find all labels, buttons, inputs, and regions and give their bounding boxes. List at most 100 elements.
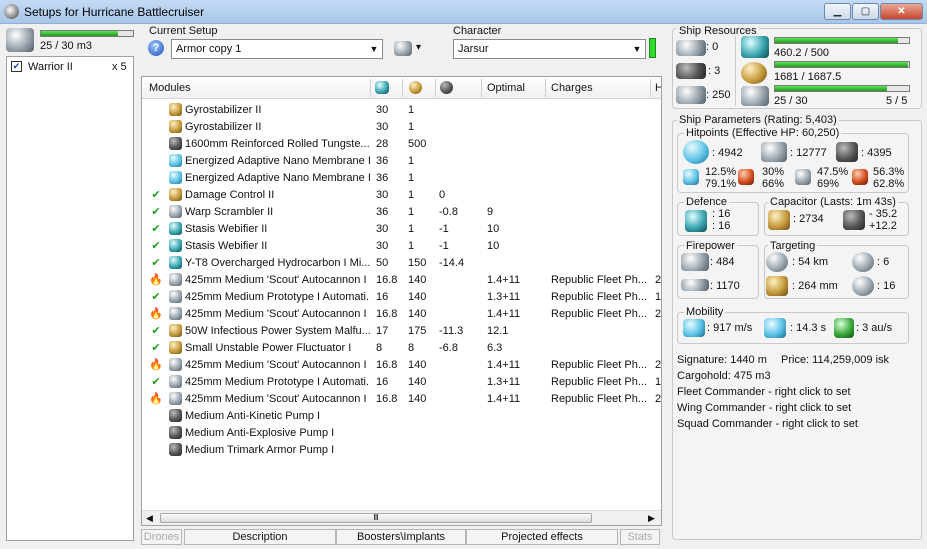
drone-item[interactable]: ✔ Warrior II x 5: [7, 58, 133, 75]
window-title: Setups for Hurricane Battlecruiser: [24, 5, 205, 19]
table-row[interactable]: 1600mm Reinforced Rolled Tungste... 28 500: [142, 136, 661, 153]
character-label: Character: [453, 25, 502, 37]
table-row[interactable]: ✔ Damage Control II 30 1 0: [142, 187, 661, 204]
chevron-down-icon: ▼: [369, 44, 379, 54]
fleet-commander[interactable]: Fleet Commander - right click to set: [677, 386, 851, 398]
character-select[interactable]: Jarsur ▼: [453, 39, 646, 59]
maximize-button[interactable]: ▢: [852, 3, 879, 20]
table-row[interactable]: ✔ Y-T8 Overcharged Hydrocarbon I Mi... 50 1…: [142, 255, 661, 272]
tab-description[interactable]: Description: [184, 529, 336, 545]
table-row[interactable]: 🔥 425mm Medium 'Scout' Autocannon I 16.8 14…: [142, 272, 661, 289]
capacitor-regen: +12.2: [869, 220, 897, 232]
table-row[interactable]: Gyrostabilizer II 30 1: [142, 119, 661, 136]
table-row[interactable]: 🔥 425mm Medium 'Scout' Autocannon I 16.8 14…: [142, 306, 661, 323]
table-row[interactable]: Energized Adaptive Nano Membrane II 36 1: [142, 170, 661, 187]
table-row[interactable]: Medium Trimark Armor Pump I: [142, 442, 661, 459]
tab-projected-effects[interactable]: Projected effects: [466, 529, 618, 545]
module-state-icon[interactable]: 🔥: [149, 358, 163, 372]
module-name: Warp Scrambler II: [185, 206, 274, 218]
tab-boosters[interactable]: Boosters\Implants: [336, 529, 466, 545]
armor-hp: : 12777: [790, 147, 827, 159]
module-state-icon[interactable]: ✔: [149, 205, 163, 219]
table-row[interactable]: ✔ Stasis Webifier II 30 1 -1 10: [142, 238, 661, 255]
minimize-button[interactable]: ▁: [824, 3, 851, 20]
module-state-icon[interactable]: 🔥: [149, 273, 163, 287]
scroll-thumb[interactable]: Ⅲ: [160, 513, 592, 523]
capacitor-balance-icon: [843, 210, 865, 230]
capacitor-column-icon[interactable]: [440, 81, 453, 94]
table-row[interactable]: ✔ 425mm Medium Prototype I Automati... 16 1…: [142, 374, 661, 391]
powergrid-column-icon[interactable]: [409, 81, 422, 94]
wing-commander[interactable]: Wing Commander - right click to set: [677, 402, 851, 414]
drone-dropdown-arrow[interactable]: ▾: [416, 42, 421, 53]
module-name: 425mm Medium 'Scout' Autocannon I: [185, 274, 367, 286]
table-row[interactable]: Medium Anti-Explosive Pump I: [142, 425, 661, 442]
table-row[interactable]: ✔ 50W Infectious Power System Malfu... 17 1…: [142, 323, 661, 340]
header-extra[interactable]: H: [655, 82, 661, 94]
module-state-icon[interactable]: ✔: [149, 256, 163, 270]
module-gun-icon: [169, 273, 182, 286]
tab-stats[interactable]: Stats: [620, 529, 660, 545]
cpu-column-icon[interactable]: [375, 81, 389, 94]
table-row[interactable]: ✔ Small Unstable Power Fluctuator I 8 8 -6.8…: [142, 340, 661, 357]
module-powergrid: 140: [408, 274, 427, 286]
help-icon[interactable]: ?: [148, 40, 164, 56]
table-row[interactable]: Energized Adaptive Nano Membrane II 36 1: [142, 153, 661, 170]
module-optimal: 1.3+11: [487, 376, 521, 388]
close-button[interactable]: ✕: [880, 3, 923, 20]
table-row[interactable]: ✔ Stasis Webifier II 30 1 -1 10: [142, 221, 661, 238]
scroll-right-icon[interactable]: ▶: [648, 513, 655, 524]
modules-table: Modules Optimal Charges H Gyrostabilizer…: [141, 76, 662, 526]
tab-drones[interactable]: Drones: [141, 529, 182, 545]
module-cpu: 28: [376, 138, 389, 150]
module-powergrid: 1: [408, 155, 415, 167]
module-state-icon[interactable]: ✔: [149, 324, 163, 338]
drone-bandwidth-icon: [741, 86, 769, 106]
module-state-icon[interactable]: 🔥: [149, 307, 163, 321]
table-row[interactable]: Gyrostabilizer II 30 1: [142, 102, 661, 119]
ship-parameters-title: Ship Parameters (Rating: 5,403): [677, 114, 839, 126]
table-row[interactable]: 🔥 425mm Medium 'Scout' Autocannon I 16.8 14…: [142, 391, 661, 408]
squad-commander[interactable]: Squad Commander - right click to set: [677, 418, 858, 430]
module-gun-icon: [169, 358, 182, 371]
header-charges[interactable]: Charges: [551, 82, 593, 94]
module-state-icon[interactable]: ✔: [149, 290, 163, 304]
module-state-icon[interactable]: ✔: [149, 375, 163, 389]
module-cpu: 36: [376, 206, 389, 218]
drone-bay-volume: 25 / 30 m3: [40, 40, 92, 52]
character-status-indicator: [649, 38, 656, 58]
module-cpu: 17: [376, 325, 389, 337]
module-name: 50W Infectious Power System Malfu...: [185, 325, 370, 337]
module-state-icon[interactable]: ✔: [149, 239, 163, 253]
table-row[interactable]: Medium Anti-Kinetic Pump I: [142, 408, 661, 425]
chevron-down-icon: ▼: [632, 44, 642, 54]
module-state-icon[interactable]: ✔: [149, 188, 163, 202]
header-modules[interactable]: Modules: [149, 82, 191, 94]
module-state-icon[interactable]: ✔: [149, 222, 163, 236]
table-row[interactable]: ✔ 425mm Medium Prototype I Automati... 16 1…: [142, 289, 661, 306]
horizontal-scrollbar[interactable]: ◀ Ⅲ ▶: [142, 510, 661, 525]
shield-icon: [683, 140, 709, 164]
table-row[interactable]: ✔ Warp Scrambler II 36 1 -0.8 9: [142, 204, 661, 221]
module-cpu: 16.8: [376, 274, 398, 286]
calibration-value: : 250: [706, 89, 731, 101]
align-time-icon: [764, 318, 786, 338]
defence-value-2: : 16: [712, 220, 731, 232]
em-resist-shield: 12.5%: [705, 166, 737, 178]
scan-resolution: : 264 mm: [792, 280, 838, 292]
module-cpu: 30: [376, 223, 389, 235]
scroll-left-icon[interactable]: ◀: [146, 513, 153, 524]
table-row[interactable]: 🔥 425mm Medium 'Scout' Autocannon I 16.8 14…: [142, 357, 661, 374]
max-velocity-icon: [683, 319, 705, 337]
thermal-resist-armor: 66%: [762, 178, 785, 190]
setup-select[interactable]: Armor copy 1 ▼: [171, 39, 383, 59]
module-capacitor: -0.8: [439, 206, 458, 218]
drone-checkbox[interactable]: ✔: [11, 61, 22, 72]
header-optimal[interactable]: Optimal: [487, 82, 525, 94]
module-powergrid: 140: [408, 359, 427, 371]
firepower-title: Firepower: [684, 240, 737, 252]
module-state-icon[interactable]: 🔥: [149, 392, 163, 406]
module-extra: 2: [655, 308, 662, 320]
drone-ship-icon[interactable]: [394, 41, 412, 56]
module-state-icon[interactable]: ✔: [149, 341, 163, 355]
